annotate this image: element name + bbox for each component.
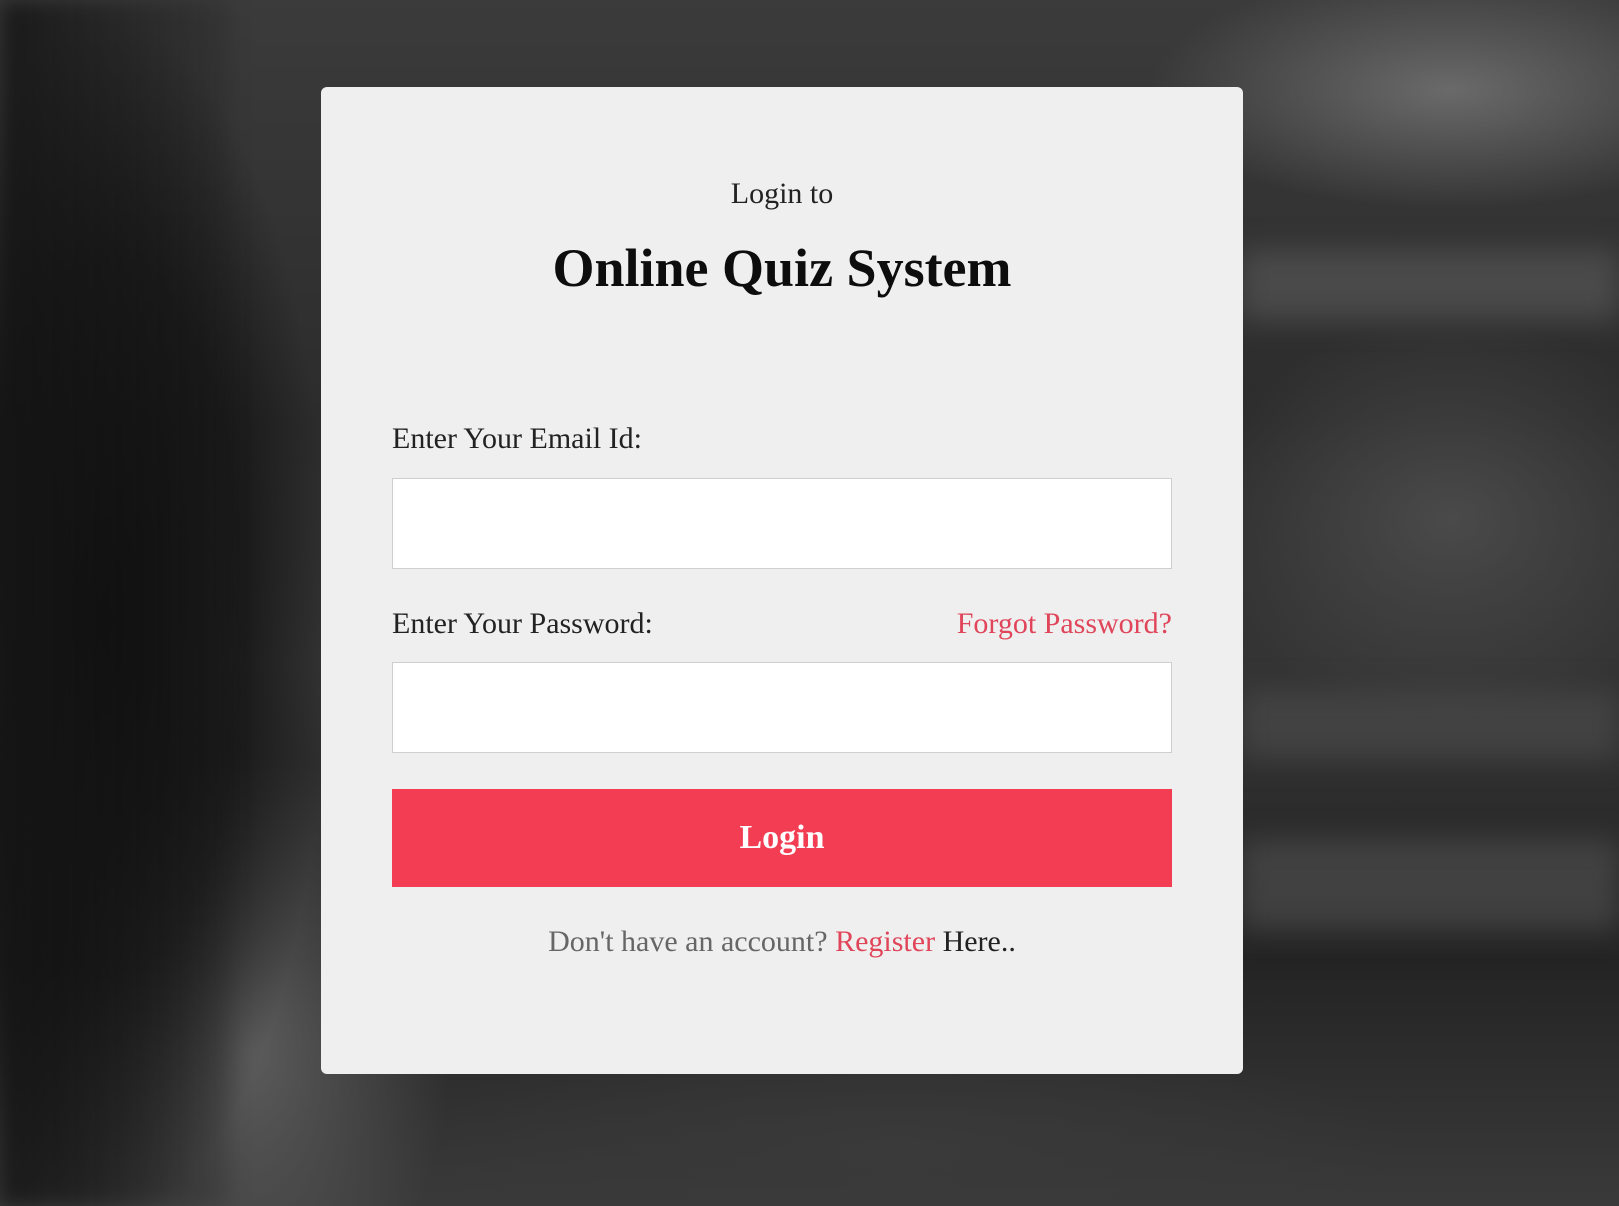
page-title: Online Quiz System [552, 238, 1012, 298]
register-prompt-text: Don't have an account? [548, 925, 836, 958]
login-button[interactable]: Login [392, 789, 1172, 887]
email-label: Enter Your Email Id: [392, 422, 642, 455]
background-band [1240, 690, 1619, 760]
register-link[interactable]: Register [835, 925, 935, 958]
email-input[interactable] [392, 478, 1172, 569]
background-band [1240, 250, 1619, 320]
background-shadow [0, 0, 230, 1206]
password-input[interactable] [392, 662, 1172, 753]
register-prompt: Don't have an account? Register Here.. [321, 925, 1243, 959]
login-card: Login to Online Quiz System Enter Your E… [321, 87, 1243, 1074]
forgot-password-link[interactable]: Forgot Password? [957, 607, 1172, 641]
background-band [1240, 840, 1619, 930]
register-suffix-text: Here.. [935, 925, 1016, 958]
password-label: Enter Your Password: [392, 607, 653, 640]
login-subtitle: Login to [730, 177, 834, 210]
